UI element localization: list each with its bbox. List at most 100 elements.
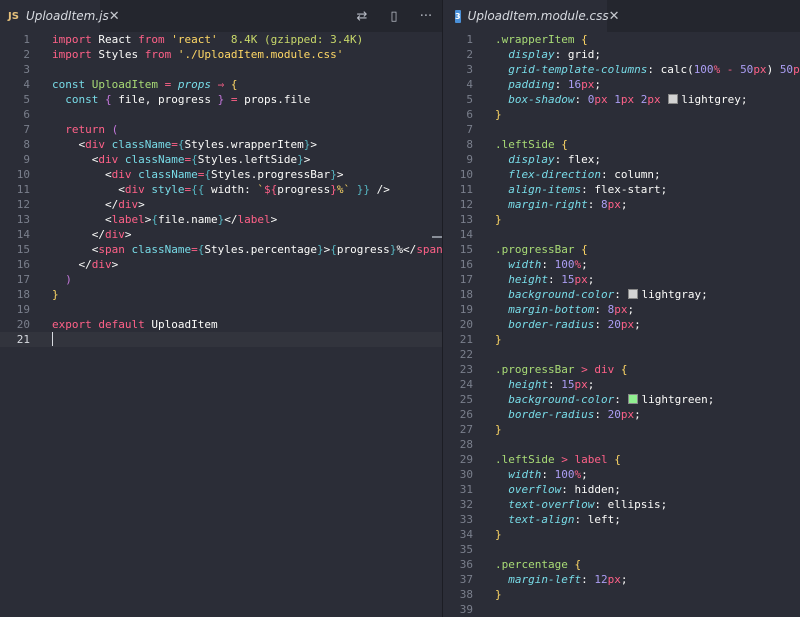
code-line[interactable]: 13}	[443, 212, 800, 227]
code-line[interactable]: 27}	[443, 422, 800, 437]
code-line[interactable]: 16 </div>	[0, 257, 442, 272]
code-token: }	[52, 288, 59, 301]
code-line[interactable]: 2 import Styles from './UploadItem.module…	[0, 47, 442, 62]
code-line[interactable]: 16 width: 100%;	[443, 257, 800, 272]
code-line[interactable]: 21	[0, 332, 442, 347]
code-line[interactable]: 6}	[443, 107, 800, 122]
code-token: >	[554, 453, 575, 466]
more-actions-icon[interactable]: ···	[418, 9, 434, 24]
code-line[interactable]: 35	[443, 542, 800, 557]
tab-uploaditem-js[interactable]: JS UploadItem.js ✕	[0, 0, 120, 32]
code-line[interactable]: 8 .leftSide {	[443, 137, 800, 152]
code-token: : grid;	[554, 48, 601, 61]
code-token: px	[614, 303, 628, 316]
code-line[interactable]: 11 align-items: flex-start;	[443, 182, 800, 197]
code-line[interactable]: 4 const UploadItem = props ⇒ {	[0, 77, 442, 92]
code-token: 15	[561, 273, 575, 286]
code-token: %</	[396, 243, 417, 256]
code-line[interactable]: 8 <div className={Styles.wrapperItem}>	[0, 137, 442, 152]
code-line[interactable]: 5 box-shadow: 0px 1px 2px lightgrey;	[443, 92, 800, 107]
code-line[interactable]: 11 <div style={{ width: `${progress}%` }…	[0, 182, 442, 197]
code-line[interactable]: 15 .progressBar {	[443, 242, 800, 257]
code-line[interactable]: 12 </div>	[0, 197, 442, 212]
code-line[interactable]: 17 )	[0, 272, 442, 287]
code-line[interactable]: 33 text-align: left;	[443, 512, 800, 527]
code-token: height	[508, 378, 548, 391]
code-line[interactable]: 38}	[443, 587, 800, 602]
code-line[interactable]: 2 display: grid;	[443, 47, 800, 62]
code-line[interactable]: 15 <span className={Styles.percentage}>{…	[0, 242, 442, 257]
code-token: {	[574, 33, 588, 46]
line-number: 32	[459, 498, 473, 511]
code-token: : ellipsis;	[594, 498, 668, 511]
code-line[interactable]: 14 </div>	[0, 227, 442, 242]
code-line[interactable]: 1 .wrapperItem {	[443, 32, 800, 47]
code-token: :	[554, 78, 568, 91]
code-line[interactable]: 20 border-radius: 20px;	[443, 317, 800, 332]
code-line[interactable]: 23 .progressBar > div {	[443, 362, 800, 377]
code-line[interactable]: 10 <div className={Styles.progressBar}>	[0, 167, 442, 182]
code-line[interactable]: 3 grid-template-columns: calc(100% - 50p…	[443, 62, 800, 77]
code-token: >	[124, 228, 132, 241]
code-editor-css[interactable]: 1 .wrapperItem {2 display: grid; 3 grid-te…	[443, 32, 800, 617]
code-line[interactable]: 37 margin-left: 12px;	[443, 572, 800, 587]
code-line[interactable]: 14	[443, 227, 800, 242]
code-line[interactable]: 9 <div className={Styles.leftSide}>	[0, 152, 442, 167]
code-line[interactable]: 19 margin-bottom: 8px;	[443, 302, 800, 317]
close-icon[interactable]: ✕	[609, 9, 620, 24]
code-line[interactable]: 24 height: 15px;	[443, 377, 800, 392]
code-line[interactable]: 29 .leftSide > label {	[443, 452, 800, 467]
code-line[interactable]: 19	[0, 302, 442, 317]
code-line[interactable]: 17 height: 15px;	[443, 272, 800, 287]
color-swatch[interactable]	[628, 289, 639, 299]
code-line[interactable]: 7	[443, 122, 800, 137]
code-line[interactable]: 22	[443, 347, 800, 362]
code-token: {{	[191, 183, 205, 196]
code-token: padding	[508, 78, 555, 91]
code-line[interactable]: 34}	[443, 527, 800, 542]
code-token: label	[237, 213, 271, 226]
code-line[interactable]: 30 width: 100%;	[443, 467, 800, 482]
code-line[interactable]: 39	[443, 602, 800, 617]
code-token: }	[495, 108, 502, 121]
color-swatch[interactable]	[628, 394, 639, 404]
code-line[interactable]: 9 display: flex;	[443, 152, 800, 167]
code-editor-js[interactable]: 1 import React from 'react' 8.4K (gzipped…	[0, 32, 442, 347]
code-line[interactable]: 12 margin-right: 8px;	[443, 197, 800, 212]
close-icon[interactable]: ✕	[109, 9, 120, 24]
code-line[interactable]: 4 padding: 16px;	[443, 77, 800, 92]
color-swatch[interactable]	[668, 94, 679, 104]
line-number: 19	[16, 303, 30, 316]
code-line[interactable]: 13 <label>{file.name}</label>	[0, 212, 442, 227]
line-number: 26	[459, 408, 473, 421]
code-line[interactable]: 6	[0, 107, 442, 122]
code-line[interactable]: 1 import React from 'react' 8.4K (gzipped…	[0, 32, 442, 47]
code-token: )	[766, 63, 780, 76]
line-text	[52, 332, 53, 347]
split-editor-icon[interactable]: ▯	[386, 9, 402, 24]
code-token: file, progress	[118, 93, 211, 106]
code-line[interactable]: 5 const { file, progress } = props.file	[0, 92, 442, 107]
code-line[interactable]: 7 return (	[0, 122, 442, 137]
code-line[interactable]: 10 flex-direction: column;	[443, 167, 800, 182]
code-line[interactable]: 26 border-radius: 20px;	[443, 407, 800, 422]
line-number: 37	[459, 573, 473, 586]
code-token: >	[270, 213, 278, 226]
code-line[interactable]: 20 export default UploadItem	[0, 317, 442, 332]
line-number: 20	[16, 318, 30, 331]
code-line[interactable]: 32 text-overflow: ellipsis;	[443, 497, 800, 512]
tab-uploaditem-module-css[interactable]: 3 UploadItem.module.css ✕	[443, 0, 620, 32]
code-line[interactable]: 31 overflow: hidden;	[443, 482, 800, 497]
code-line[interactable]: 3	[0, 62, 442, 77]
code-token: {	[191, 153, 198, 166]
code-line[interactable]: 28	[443, 437, 800, 452]
code-line[interactable]: 36 .percentage {	[443, 557, 800, 572]
code-line[interactable]: 21}	[443, 332, 800, 347]
compare-changes-icon[interactable]: ⇄	[354, 9, 370, 24]
code-line[interactable]: 18}	[0, 287, 442, 302]
line-text: margin-right: 8px;	[495, 197, 627, 212]
code-line[interactable]: 18 background-color: lightgray;	[443, 287, 800, 302]
code-line[interactable]: 25 background-color: lightgreen;	[443, 392, 800, 407]
